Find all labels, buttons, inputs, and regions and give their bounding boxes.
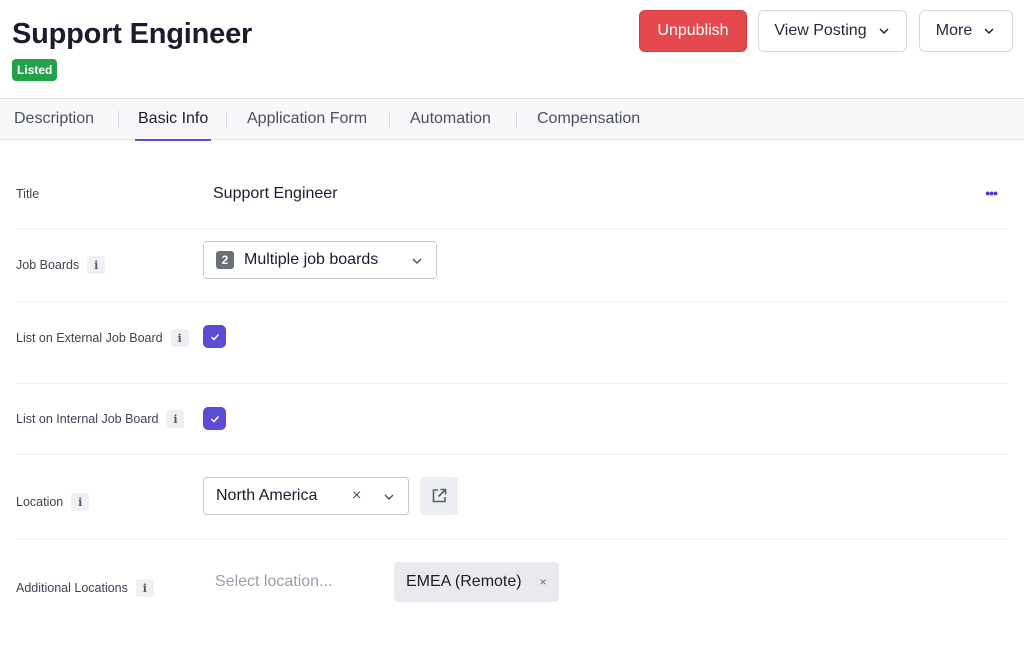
field-label: List on External Job Board i [16,329,189,347]
field-label: Job Boards i [16,256,106,274]
more-options-icon[interactable]: ••• [985,185,998,201]
location-chip: EMEA (Remote) × [394,562,559,602]
job-boards-value: Multiple job boards [244,251,379,268]
clear-icon[interactable]: × [352,487,361,505]
info-icon[interactable]: i [71,493,90,511]
field-label: List on Internal Job Board i [16,410,185,428]
chevron-down-icon [879,28,889,35]
tab-divider [389,111,390,128]
field-row-title: Title Support Engineer ••• [16,158,1008,229]
internal-label: List on Internal Job Board [16,412,159,426]
info-icon[interactable]: i [166,410,185,428]
additional-locations-label: Additional Locations [16,581,128,595]
info-icon[interactable]: i [170,329,189,347]
job-boards-select[interactable]: 2 Multiple job boards [203,241,437,279]
location-label: Location [16,495,64,509]
field-row-location: Location i North America × [16,455,1008,540]
unpublish-label: Unpublish [657,22,729,39]
chevron-down-icon [384,494,394,500]
external-checkbox[interactable] [203,325,226,348]
view-posting-label: View Posting [774,22,867,39]
more-label: More [935,22,973,39]
unpublish-button[interactable]: Unpublish [639,10,747,52]
field-row-additional-locations: Additional Locations i Select location..… [16,540,1008,640]
location-select[interactable]: North America × [203,477,409,515]
chevron-down-icon [984,28,994,35]
tab-automation[interactable]: Automation [410,99,491,140]
tab-compensation[interactable]: Compensation [537,99,640,140]
tab-basic-info[interactable]: Basic Info [134,99,212,141]
chevron-down-icon [412,258,422,264]
info-icon[interactable]: i [135,579,154,597]
chip-label: EMEA (Remote) [406,573,522,590]
count-badge: 2 [216,251,234,269]
check-icon [210,333,219,341]
external-label: List on External Job Board [16,331,163,345]
tab-bar: Description Basic Info Application Form … [0,98,1024,141]
info-icon[interactable]: i [87,256,106,274]
tab-divider [118,111,119,128]
field-label: Location i [16,493,90,511]
title-label: Title [16,187,40,201]
tab-divider [226,111,227,128]
view-posting-button[interactable]: View Posting [758,10,907,52]
chip-remove-icon[interactable]: × [540,575,547,589]
field-label: Title [16,187,39,201]
more-button[interactable]: More [919,10,1013,52]
tab-description[interactable]: Description [14,99,94,140]
external-link-icon [432,488,447,503]
page-header: Support Engineer Listed Unpublish View P… [0,0,1024,98]
field-label: Additional Locations i [16,579,154,597]
tab-application-form[interactable]: Application Form [247,99,367,140]
job-boards-label: Job Boards [16,258,80,272]
field-row-internal: List on Internal Job Board i [16,384,1008,455]
title-value[interactable]: Support Engineer [213,185,338,203]
open-external-button[interactable] [420,477,458,515]
field-row-job-boards: Job Boards i 2 Multiple job boards [16,229,1008,302]
status-badge: Listed [12,59,58,81]
location-value: North America [216,487,318,504]
internal-checkbox[interactable] [203,407,226,430]
page-title: Support Engineer [12,18,253,50]
tab-divider [516,111,517,128]
location-search-input[interactable]: Select location... [215,573,332,591]
field-row-external: List on External Job Board i [16,302,1008,384]
check-icon [210,415,219,423]
